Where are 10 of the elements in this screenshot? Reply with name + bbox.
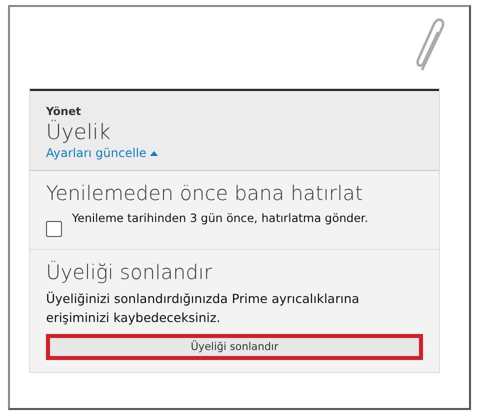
checkbox-label: Yenileme tarihinden 3 gün önce, hatırlatma gönder. <box>72 211 368 225</box>
reminder-heading: Yenilemeden önce bana hatırlat <box>46 181 364 205</box>
section-title: Üyelik <box>46 120 112 144</box>
caret-icon <box>150 150 158 156</box>
settings-link[interactable]: Ayarları güncelle <box>46 146 158 160</box>
end-membership-heading: Üyeliği sonlandır <box>46 260 214 284</box>
end-membership-button[interactable]: Üyeliği sonlandır <box>46 334 423 360</box>
reminder-checkbox[interactable] <box>46 221 62 237</box>
end-membership-description: Üyeliğinizi sonlandırdığınızda Prime ayrıcalıklarına erişiminizi kaybedeceksiniz. <box>46 290 360 327</box>
section-label: Yönet <box>46 105 82 118</box>
